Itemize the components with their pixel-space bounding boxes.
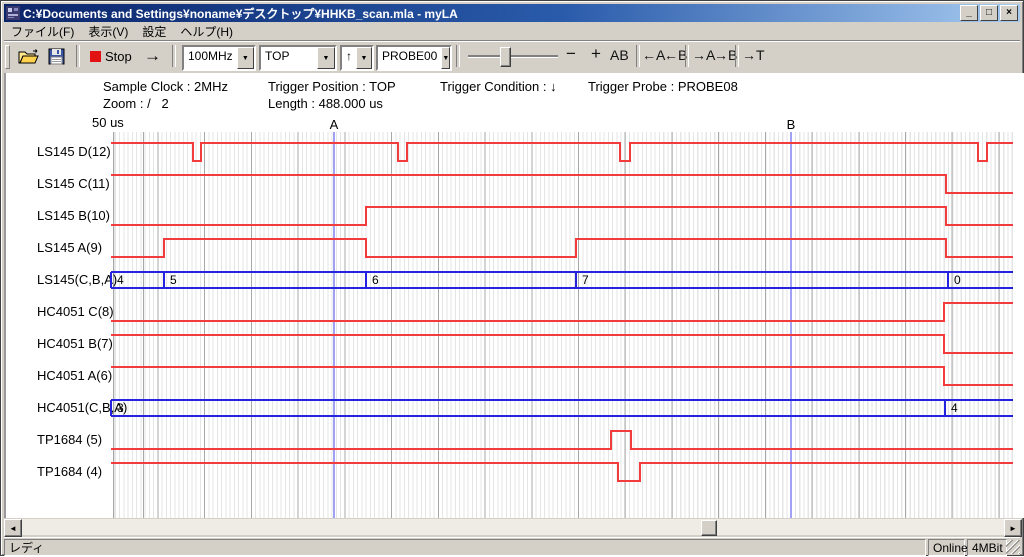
trigger-position-info: Trigger Position : TOP: [268, 79, 396, 94]
channel-label: LS145 C(11): [37, 176, 110, 191]
status-ready: レディ: [4, 539, 926, 556]
status-bar: レディ Online 4MBit: [4, 537, 1020, 555]
zoom-in-button[interactable]: +: [591, 44, 601, 64]
open-button[interactable]: [18, 41, 40, 71]
trigger-position-value: TOP: [261, 47, 317, 69]
waveform-workspace: Sample Clock : 2MHz Trigger Position : T…: [4, 73, 1024, 518]
scrollbar-thumb[interactable]: [701, 520, 717, 536]
goto-trigger-button[interactable]: →T: [742, 47, 765, 63]
trigger-probe-select[interactable]: PROBE00 ▼: [376, 45, 452, 71]
zoom-slider-track[interactable]: [468, 55, 558, 58]
channel-label: LS145 A(9): [37, 240, 102, 255]
ab-range-button[interactable]: AB: [610, 47, 629, 63]
length-info: Length : 488.000 us: [268, 96, 383, 111]
horizontal-scrollbar[interactable]: ◄ ►: [4, 519, 1022, 535]
sample-clock-info: Sample Clock : 2MHz: [103, 79, 228, 94]
maximize-button[interactable]: □: [980, 5, 998, 21]
scroll-left-button[interactable]: ◄: [4, 519, 22, 537]
chevron-down-icon[interactable]: ▼: [441, 47, 450, 69]
app-icon: [6, 6, 20, 20]
channel-label: HC4051 A(6): [37, 368, 112, 383]
toolbar: Stop → 100MHz ▼ TOP ▼ ↑ ▼ PROBE00 ▼ − + …: [4, 41, 1020, 71]
zoom-slider-thumb[interactable]: [500, 47, 511, 67]
menu-settings[interactable]: 設定: [135, 22, 173, 41]
toolbar-separator: [76, 45, 80, 67]
channel-label: HC4051(C,B,A): [37, 400, 127, 415]
chevron-down-icon[interactable]: ▼: [237, 47, 254, 69]
title-bar: C:¥Documents and Settings¥noname¥デスクトップ¥…: [4, 4, 1020, 22]
toolbar-separator: [172, 45, 176, 67]
status-online: Online: [928, 539, 965, 556]
stop-label: Stop: [105, 49, 132, 64]
save-floppy-icon: [48, 48, 65, 65]
goto-marker-a-button[interactable]: ←A: [642, 47, 665, 63]
toolbar-separator: [685, 45, 689, 67]
zoom-out-button[interactable]: −: [566, 44, 576, 64]
sample-clock-value: 100MHz: [184, 47, 237, 69]
resize-grip[interactable]: [1006, 540, 1020, 554]
set-marker-a-button[interactable]: →A: [692, 47, 715, 63]
channel-label: LS145(C,B,A): [37, 272, 117, 287]
timebase-label: 50 us: [92, 115, 124, 130]
chevron-down-icon[interactable]: ▼: [317, 47, 335, 69]
status-memory: 4MBit: [967, 539, 1007, 556]
toolbar-separator: [636, 45, 640, 67]
window-title: C:¥Documents and Settings¥noname¥デスクトップ¥…: [23, 5, 960, 22]
trigger-condition-select[interactable]: ↑ ▼: [340, 45, 374, 71]
run-arrow-icon: →: [140, 44, 165, 68]
channel-label: TP1684 (4): [37, 464, 102, 479]
channel-label: LS145 B(10): [37, 208, 110, 223]
open-folder-icon: [18, 48, 40, 65]
toolbar-grip: [5, 45, 10, 69]
trigger-condition-value: ↑: [342, 47, 356, 69]
stop-icon: [90, 51, 101, 62]
menu-bar: ファイル(F) 表示(V) 設定 ヘルプ(H): [4, 22, 1020, 41]
stop-button[interactable]: Stop: [86, 41, 136, 71]
trigger-condition-info: Trigger Condition : ↓: [440, 79, 557, 94]
trigger-probe-info: Trigger Probe : PROBE08: [588, 79, 738, 94]
menu-file[interactable]: ファイル(F): [4, 22, 81, 41]
menu-help[interactable]: ヘルプ(H): [173, 22, 240, 41]
close-button[interactable]: ×: [1000, 5, 1018, 21]
minimize-button[interactable]: _: [960, 5, 978, 21]
channel-label: LS145 D(12): [37, 144, 111, 159]
toolbar-separator: [456, 45, 460, 67]
app-window: C:¥Documents and Settings¥noname¥デスクトップ¥…: [0, 0, 1024, 556]
channel-label: HC4051 B(7): [37, 336, 113, 351]
save-button[interactable]: [48, 41, 65, 71]
menu-view[interactable]: 表示(V): [81, 22, 135, 41]
channel-label: TP1684 (5): [37, 432, 102, 447]
sample-clock-select[interactable]: 100MHz ▼: [182, 45, 256, 71]
run-button[interactable]: →: [140, 41, 165, 71]
zoom-info: Zoom : / 2: [103, 96, 169, 111]
channel-label: HC4051 C(8): [37, 304, 114, 319]
waveform-plot[interactable]: [113, 132, 1016, 518]
set-marker-b-button[interactable]: →B: [714, 47, 737, 63]
toolbar-separator: [735, 45, 739, 67]
chevron-down-icon[interactable]: ▼: [356, 47, 372, 69]
scroll-right-button[interactable]: ►: [1004, 519, 1022, 537]
trigger-position-select[interactable]: TOP ▼: [259, 45, 337, 71]
goto-marker-b-button[interactable]: ←B: [664, 47, 687, 63]
trigger-probe-value: PROBE00: [378, 47, 441, 69]
